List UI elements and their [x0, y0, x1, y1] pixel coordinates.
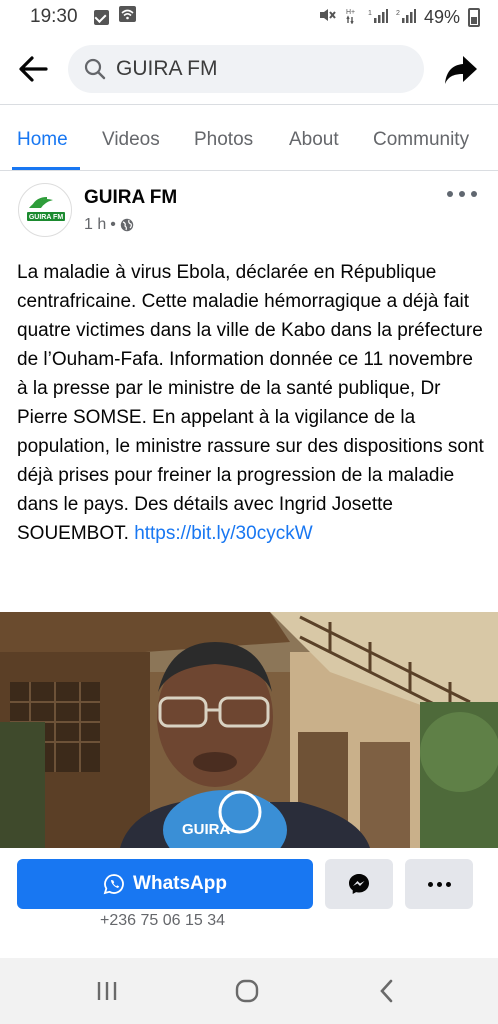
- svg-text:2: 2: [396, 10, 400, 17]
- post-header: GUIRA FM GUIRA FM 1 h •: [0, 178, 498, 248]
- back-button[interactable]: [14, 50, 52, 88]
- more-dot: [447, 191, 453, 197]
- tab-community[interactable]: Community: [373, 129, 469, 151]
- svg-text:1: 1: [368, 10, 372, 17]
- post-meta: 1 h •: [84, 216, 134, 234]
- tabs-divider: [0, 170, 498, 171]
- messenger-button[interactable]: [325, 859, 393, 909]
- home-button[interactable]: [232, 976, 262, 1006]
- notification-check-icon: [93, 9, 109, 25]
- phone-number: +236 75 06 15 34: [100, 912, 226, 929]
- search-header: [0, 38, 498, 100]
- svg-text:H+: H+: [346, 9, 355, 16]
- header-divider: [0, 104, 498, 105]
- more-dot: [459, 191, 465, 197]
- arrow-left-icon: [19, 56, 48, 82]
- more-dot: [445, 881, 451, 887]
- whatsapp-icon: [103, 874, 124, 895]
- home-circle-icon: [235, 979, 259, 1003]
- post-body: La maladie à virus Ebola, déclarée en Ré…: [17, 262, 484, 544]
- system-back-button[interactable]: [372, 976, 402, 1006]
- page-tabs: Home Videos Photos About Community: [0, 112, 498, 170]
- wifi-box-icon: [118, 6, 136, 28]
- post-time[interactable]: 1 h: [84, 216, 106, 234]
- mute-icon: [318, 6, 336, 29]
- more-dot: [436, 881, 442, 887]
- recent-apps-button[interactable]: [92, 976, 122, 1006]
- status-time: 19:30: [30, 6, 78, 27]
- search-input[interactable]: [116, 57, 396, 81]
- search-icon: [84, 58, 106, 80]
- tab-about[interactable]: About: [289, 129, 339, 151]
- share-arrow-icon: [445, 56, 477, 84]
- guira-fm-logo: GUIRA FM: [27, 197, 65, 221]
- android-nav-bar: [0, 958, 498, 1024]
- battery-percent: 49%: [423, 6, 460, 27]
- post-link[interactable]: https://bit.ly/30cyckW: [134, 523, 312, 544]
- messenger-icon: [349, 874, 369, 894]
- more-dot: [471, 191, 477, 197]
- more-actions-button[interactable]: [405, 859, 473, 909]
- post-photo-image: GUIRA: [0, 612, 498, 848]
- status-bar: 19:30 H+ 1 2 49%: [0, 0, 498, 34]
- share-button[interactable]: [443, 52, 479, 88]
- signal-2-icon: 2: [396, 7, 416, 28]
- signal-1-icon: 1: [368, 7, 388, 28]
- tab-home[interactable]: Home: [17, 129, 68, 151]
- chevron-left-icon: [380, 979, 393, 1003]
- network-type-icon: H+: [344, 6, 360, 29]
- whatsapp-button[interactable]: WhatsApp: [17, 859, 313, 909]
- tab-videos[interactable]: Videos: [102, 129, 160, 151]
- avatar-logo-text: GUIRA FM: [29, 214, 64, 221]
- search-box[interactable]: [68, 45, 424, 93]
- recent-apps-icon: [97, 982, 117, 1000]
- page-name[interactable]: GUIRA FM: [84, 187, 177, 209]
- globe-icon: [120, 218, 134, 232]
- post-more-button[interactable]: [447, 184, 477, 204]
- avatar[interactable]: GUIRA FM: [18, 183, 72, 237]
- battery-icon: [468, 7, 480, 27]
- more-dot: [427, 881, 433, 887]
- meta-separator: •: [110, 216, 116, 233]
- tab-photos[interactable]: Photos: [194, 129, 253, 151]
- post-text: La maladie à virus Ebola, déclarée en Ré…: [17, 258, 487, 548]
- whatsapp-label: WhatsApp: [133, 873, 227, 894]
- post-photo[interactable]: GUIRA: [0, 612, 498, 848]
- mic-logo-text: GUIRA: [182, 821, 231, 838]
